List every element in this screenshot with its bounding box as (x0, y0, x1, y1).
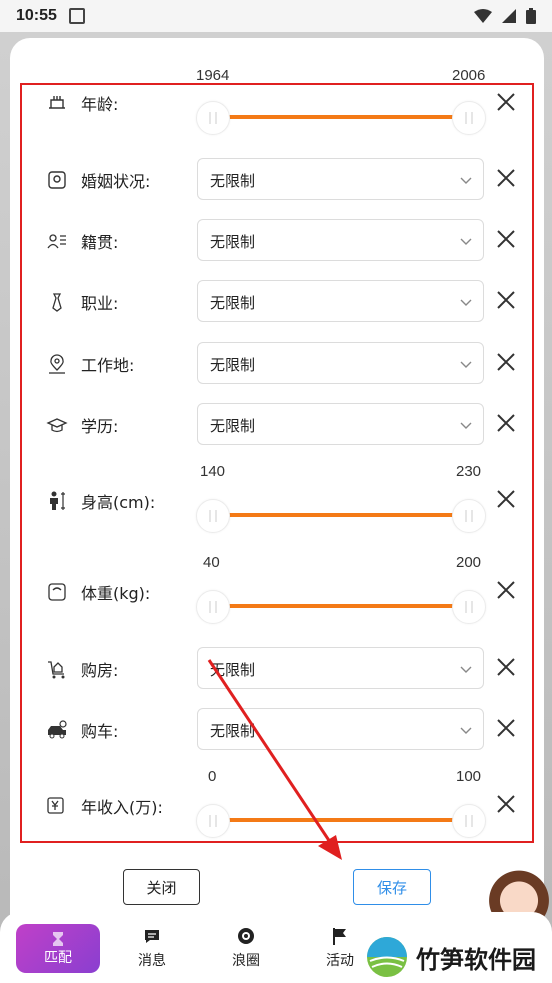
tab-label: 浪圈 (232, 953, 260, 969)
watermark-logo-icon (367, 937, 407, 977)
tab-activity[interactable]: 活动 (310, 926, 370, 970)
tab-circle[interactable]: 浪圈 (216, 926, 276, 970)
watermark: 竹笋软件园 (366, 936, 536, 978)
tab-label: 消息 (138, 953, 166, 969)
tab-match[interactable]: 匹配 (16, 924, 100, 973)
tab-label: 活动 (326, 953, 354, 969)
tab-label: 匹配 (44, 949, 72, 966)
save-button[interactable]: 保存 (353, 869, 431, 905)
watermark-text: 竹笋软件园 (416, 945, 536, 974)
chat-icon (145, 930, 159, 943)
hourglass-icon (53, 931, 63, 946)
close-button[interactable]: 关闭 (123, 869, 200, 905)
annotation-arrow (207, 659, 342, 860)
circle-icon (238, 928, 254, 944)
tab-messages[interactable]: 消息 (122, 926, 182, 970)
flag-icon (333, 928, 346, 945)
